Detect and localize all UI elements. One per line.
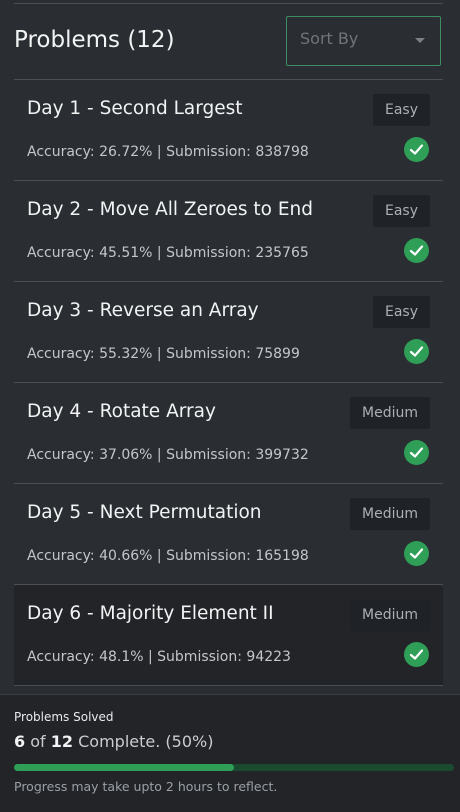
- chevron-down-icon: [415, 38, 425, 43]
- problem-stats: Accuracy: 48.1% | Submission: 94223: [27, 649, 291, 665]
- progress-summary: 6 of 12 Complete. (50%): [14, 732, 213, 751]
- check-icon: [404, 339, 429, 364]
- problem-stats: Accuracy: 40.66% | Submission: 165198: [27, 548, 309, 564]
- problem-title: Day 5 - Next Permutation: [27, 502, 262, 523]
- total-count: 12: [50, 732, 74, 751]
- problem-stats: Accuracy: 55.32% | Submission: 75899: [27, 346, 300, 362]
- progress-label: Problems Solved: [14, 710, 114, 724]
- problem-item[interactable]: Day 4 - Rotate Array Medium Accuracy: 37…: [14, 383, 443, 484]
- check-icon: [404, 137, 429, 162]
- problem-item[interactable]: Day 3 - Reverse an Array Easy Accuracy: …: [14, 282, 443, 383]
- progress-bar: [14, 764, 454, 771]
- page-title: Problems (12): [14, 27, 175, 53]
- difficulty-badge: Easy: [372, 296, 430, 328]
- of-text: of: [30, 732, 46, 751]
- check-icon: [404, 440, 429, 465]
- problem-stats: Accuracy: 26.72% | Submission: 838798: [27, 144, 309, 160]
- difficulty-badge: Easy: [372, 195, 430, 227]
- progress-note: Progress may take upto 2 hours to reflec…: [14, 779, 278, 794]
- problem-title: Day 2 - Move All Zeroes to End: [27, 199, 314, 220]
- progress-footer: Problems Solved 6 of 12 Complete. (50%) …: [0, 694, 460, 812]
- difficulty-badge: Medium: [350, 397, 430, 429]
- problem-title: Day 6 - Majority Element II: [27, 603, 274, 624]
- problems-panel: Problems (12) Sort By Day 1 - Second Lar…: [0, 0, 460, 694]
- complete-text: Complete. (50%): [78, 732, 214, 751]
- problem-item-active[interactable]: Day 6 - Majority Element II Medium Accur…: [14, 585, 443, 686]
- problem-list: Day 1 - Second Largest Easy Accuracy: 26…: [14, 80, 443, 686]
- problem-item[interactable]: Day 2 - Move All Zeroes to End Easy Accu…: [14, 181, 443, 282]
- problem-stats: Accuracy: 45.51% | Submission: 235765: [27, 245, 309, 261]
- check-icon: [404, 541, 429, 566]
- divider: [14, 3, 443, 4]
- difficulty-badge: Easy: [372, 94, 430, 126]
- difficulty-badge: Medium: [350, 498, 430, 530]
- progress-bar-fill: [14, 764, 234, 771]
- problem-title: Day 3 - Reverse an Array: [27, 300, 259, 321]
- problems-header: Problems (12) Sort By: [14, 16, 444, 80]
- problem-item[interactable]: Day 1 - Second Largest Easy Accuracy: 26…: [14, 80, 443, 181]
- difficulty-badge: Medium: [350, 599, 430, 631]
- check-icon: [404, 238, 429, 263]
- solved-count: 6: [14, 732, 26, 751]
- problem-title: Day 1 - Second Largest: [27, 98, 243, 119]
- problem-stats: Accuracy: 37.06% | Submission: 399732: [27, 447, 309, 463]
- problem-item[interactable]: Day 5 - Next Permutation Medium Accuracy…: [14, 484, 443, 585]
- sort-placeholder: Sort By: [300, 29, 359, 48]
- sort-dropdown[interactable]: Sort By: [286, 16, 441, 66]
- check-icon: [404, 642, 429, 667]
- problem-title: Day 4 - Rotate Array: [27, 401, 216, 422]
